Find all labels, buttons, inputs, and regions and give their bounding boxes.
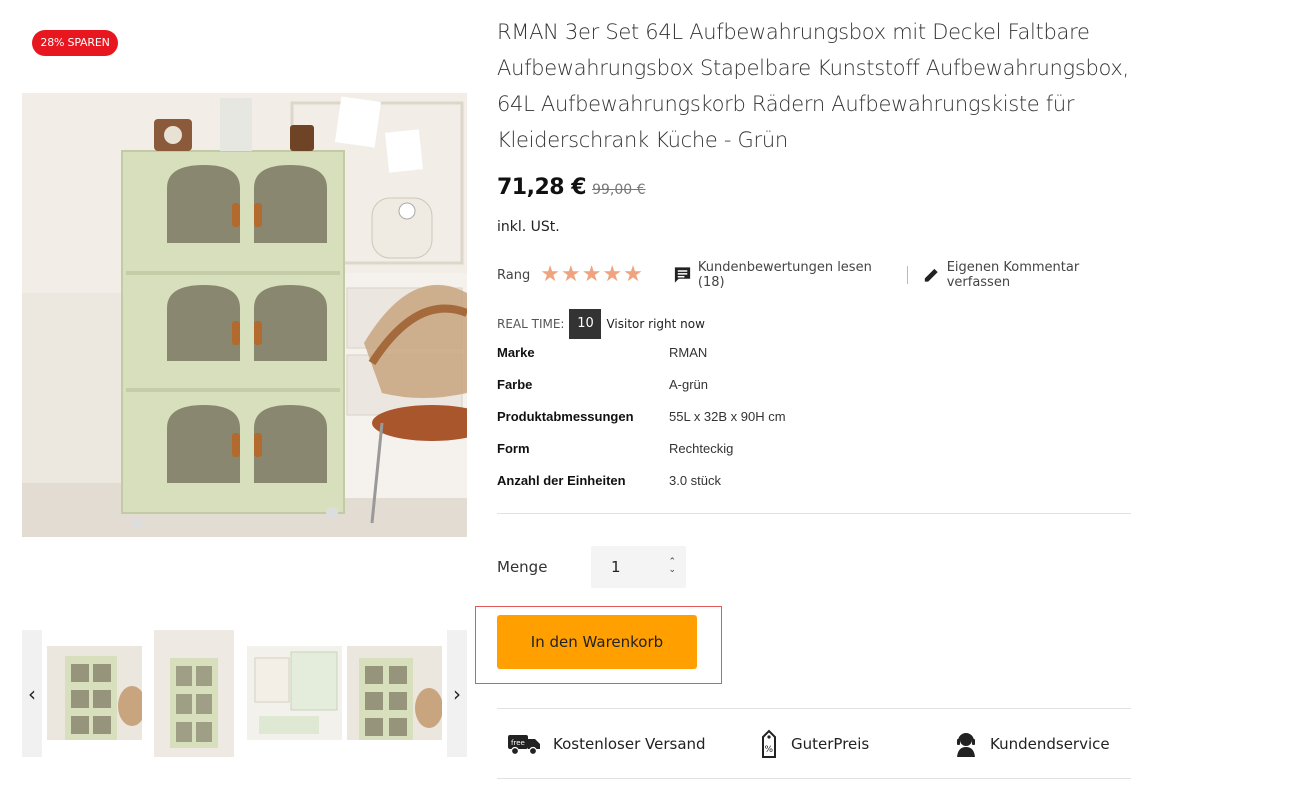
spec-key: Produktabmessungen — [497, 408, 634, 424]
realtime-label: REAL TIME: — [497, 317, 565, 331]
read-reviews-label: Kundenbewertungen lesen (18) — [697, 260, 872, 290]
star-icon: ★ — [540, 262, 560, 287]
realtime-text: Visitor right now — [606, 317, 705, 331]
pencil-icon — [924, 268, 938, 282]
thumbnail-image — [154, 630, 234, 757]
thumbnail-image — [247, 646, 342, 740]
realtime-visitors: REAL TIME: 10 Visitor right now — [497, 309, 705, 339]
spec-row: Farbe A-grün — [497, 368, 897, 400]
rating-label: Rang — [497, 267, 531, 283]
star-icon: ★ — [581, 262, 602, 287]
main-product-image[interactable] — [22, 93, 467, 537]
feature-free-shipping: free Kostenloser Versand — [507, 726, 706, 762]
feature-label: GuterPreis — [791, 735, 870, 753]
thumbnail-image — [47, 646, 142, 740]
divider — [906, 266, 908, 284]
rating-row: Rang ★ ★ ★ ★ ★ Kundenbewertungen lesen (… — [497, 260, 1137, 290]
thumbnail-prev-button[interactable]: ‹ — [22, 630, 42, 757]
thumbnail-4[interactable] — [347, 646, 442, 740]
write-review-label: Eigenen Kommentar verfassen — [946, 260, 1080, 290]
star-icon: ★ — [623, 262, 643, 287]
svg-text:free: free — [511, 739, 525, 747]
spec-key: Marke — [497, 344, 535, 360]
spec-row: Marke RMAN — [497, 336, 897, 368]
spec-row: Form Rechteckig — [497, 432, 897, 464]
tax-note: inkl. USt. — [497, 219, 560, 235]
spec-value: 3.0 stück — [669, 472, 722, 488]
thumbnail-next-button[interactable]: › — [447, 630, 467, 757]
customer-service-icon — [957, 733, 975, 757]
thumbnail-1[interactable] — [47, 646, 142, 740]
stepper-arrows-icon[interactable]: ⌃ ⌄ — [668, 558, 676, 575]
spec-value: 55L x 32B x 90H cm — [669, 408, 786, 424]
spec-row: Anzahl der Einheiten 3.0 stück — [497, 464, 897, 496]
star-icon: ★ — [560, 262, 581, 287]
svg-text:%: % — [765, 745, 774, 755]
feature-label: Kundendservice — [990, 735, 1110, 753]
thumbnail-carousel: ‹ › — [22, 630, 467, 757]
chevron-right-icon: › — [453, 681, 461, 706]
spec-row: Produktabmessungen 55L x 32B x 90H cm — [497, 400, 897, 432]
product-title: RMAN 3er Set 64L Aufbewahrungsbox mit De… — [497, 20, 1129, 152]
feature-good-price: % GuterPreis — [759, 726, 869, 762]
price-row: 71,28 € 99,00 € — [497, 175, 646, 200]
read-reviews-link[interactable]: Kundenbewertungen lesen (18) — [673, 260, 893, 290]
divider — [497, 708, 1131, 709]
star-icon: ★ — [602, 262, 623, 287]
feature-customer-service: Kundendservice — [954, 726, 1110, 762]
spec-value: Rechteckig — [669, 440, 734, 456]
write-review-link[interactable]: Eigenen Kommentar verfassen — [922, 260, 1137, 290]
add-to-cart-button[interactable]: In den Warenkorb — [497, 615, 697, 669]
discount-badge: 28% SPAREN — [32, 30, 118, 56]
divider — [497, 513, 1131, 514]
spec-value: RMAN — [669, 344, 708, 360]
visitor-count: 10 — [569, 309, 602, 339]
free-shipping-truck-icon: free — [508, 735, 540, 756]
feature-label: Kostenloser Versand — [553, 735, 706, 753]
quantity-stepper[interactable]: 1 ⌃ ⌄ — [591, 546, 686, 588]
chevron-left-icon: ‹ — [28, 681, 36, 706]
star-rating: ★ ★ ★ ★ ★ — [540, 264, 643, 286]
thumbnail-3[interactable] — [247, 646, 342, 740]
features-row: free Kostenloser Versand % GuterPreis Ku… — [497, 726, 1137, 762]
original-price: 99,00 € — [592, 182, 646, 198]
divider — [497, 778, 1131, 779]
quantity-label: Menge — [497, 558, 548, 576]
spec-key: Form — [497, 440, 530, 456]
quantity-value[interactable]: 1 — [611, 558, 621, 576]
chat-bubble-icon — [674, 267, 691, 283]
product-specs-table: Marke RMAN Farbe A-grün Produktabmessung… — [497, 336, 897, 496]
spec-value: A-grün — [669, 376, 709, 392]
price-tag-icon: % — [762, 729, 776, 758]
spec-key: Anzahl der Einheiten — [497, 472, 626, 488]
current-price: 71,28 € — [497, 175, 587, 200]
thumbnail-image — [347, 646, 442, 740]
spec-key: Farbe — [497, 376, 533, 392]
thumbnail-2[interactable] — [154, 630, 234, 757]
product-photo — [22, 93, 467, 537]
